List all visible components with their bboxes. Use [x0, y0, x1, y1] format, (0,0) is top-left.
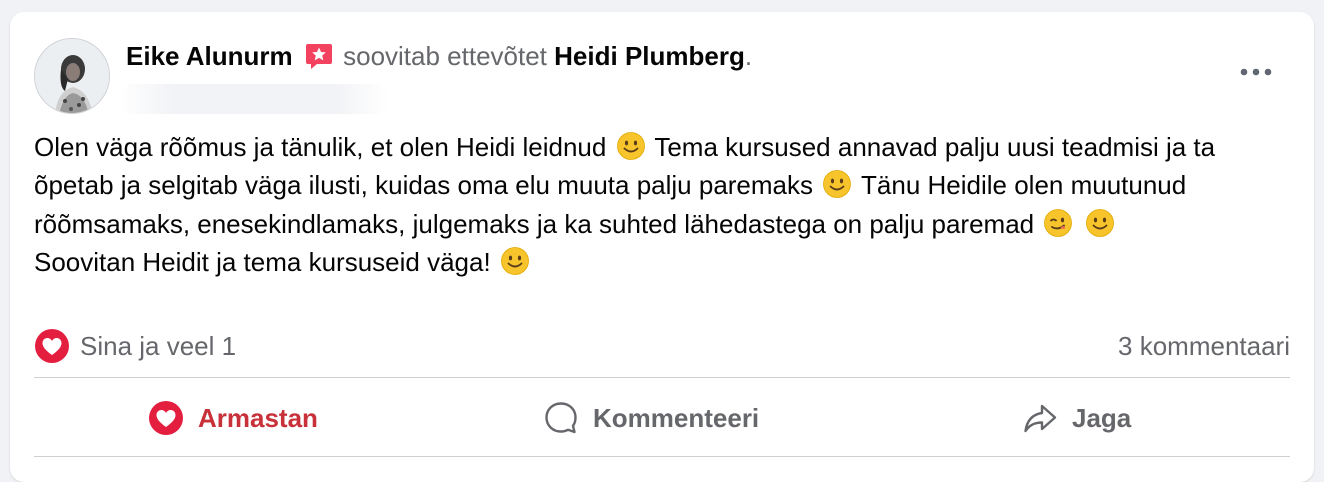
smiley-emoji-icon [1085, 208, 1114, 237]
comment-bubble-icon [545, 402, 577, 434]
post-header: Eike Alunurm soovitab ettevõtet Heidi Pl… [126, 40, 752, 72]
share-button[interactable]: Jaga [1022, 398, 1131, 438]
author-avatar[interactable] [34, 38, 110, 114]
share-button-label: Jaga [1072, 402, 1132, 433]
reactions-count-text: Sina ja veel 1 [80, 331, 237, 361]
actions-divider [34, 456, 1290, 457]
love-reaction-icon [149, 401, 183, 435]
ellipsis-icon [1240, 68, 1272, 76]
page-name-link[interactable]: Heidi Plumberg [554, 41, 745, 71]
body-text-part-1: Olen väga rõõmus ja tänulik, et olen Hei… [34, 132, 607, 162]
love-reaction-icon [35, 329, 69, 363]
love-button-label: Armastan [198, 402, 318, 433]
comment-button[interactable]: Kommenteeri [543, 398, 759, 438]
header-period: . [744, 41, 753, 71]
smiley-emoji-icon [501, 247, 529, 276]
stats-divider [34, 377, 1290, 378]
post-body: Olen väga rõõmus ja tänulik, et olen Hei… [34, 128, 1294, 282]
winking-emoji-icon [1044, 208, 1073, 237]
comment-button-label: Kommenteeri [593, 402, 760, 433]
recommendation-star-icon [305, 44, 332, 69]
avatar-photo [35, 39, 109, 113]
smiley-emoji-icon [823, 170, 852, 199]
post-options-button[interactable] [1232, 56, 1280, 88]
recommendation-post-card: Eike Alunurm soovitab ettevõtet Heidi Pl… [10, 12, 1314, 482]
post-timestamp-redacted [118, 84, 390, 114]
reactions-summary[interactable]: Sina ja veel 1 [34, 328, 236, 364]
author-name[interactable]: Eike Alunurm [126, 41, 293, 71]
smiley-emoji-icon [616, 132, 645, 160]
recommends-text: soovitab ettevõtet [343, 41, 547, 71]
comments-count-link[interactable]: 3 kommentaari [1118, 328, 1290, 364]
share-arrow-icon [1024, 404, 1057, 433]
body-text-part-4: Soovitan Heidit ja tema kursuseid väga! [34, 247, 491, 278]
love-button[interactable]: Armastan [148, 398, 318, 438]
